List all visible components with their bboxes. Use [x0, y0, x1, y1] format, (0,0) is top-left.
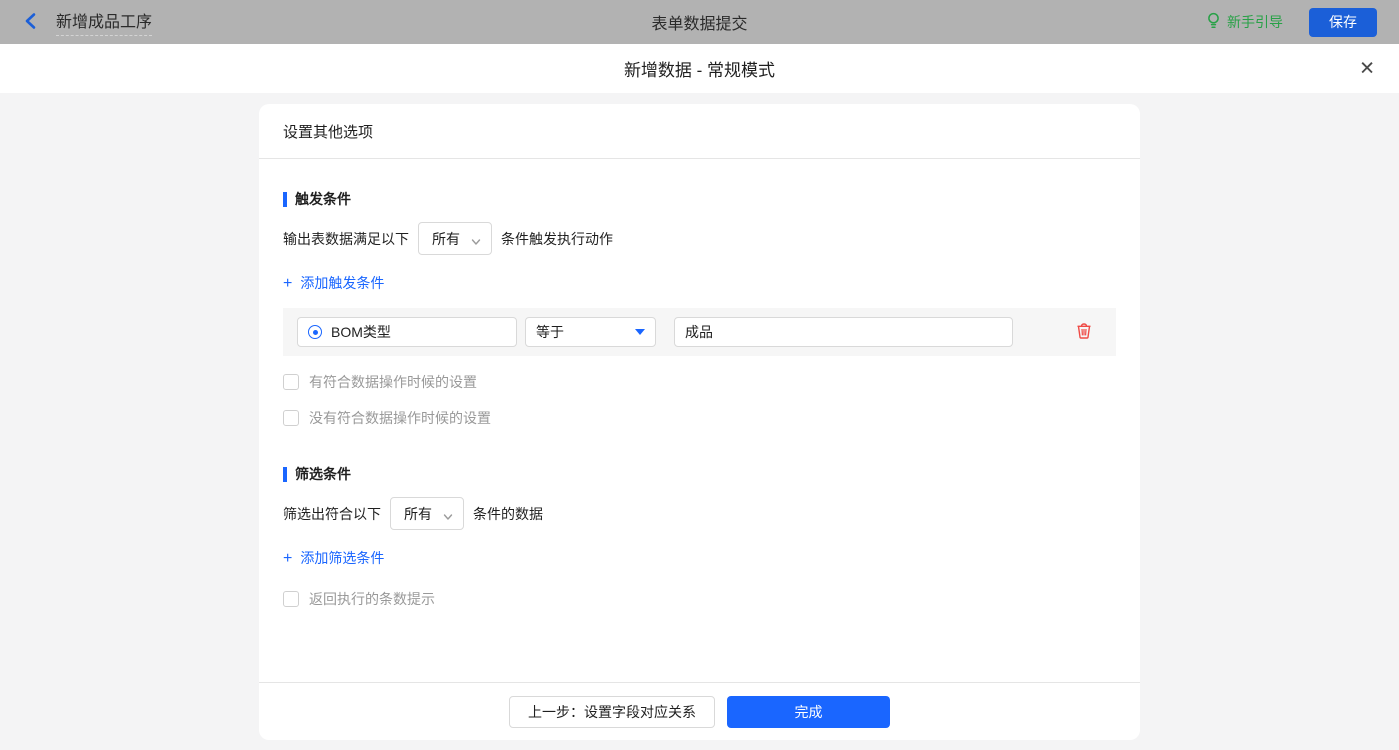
close-icon[interactable]: ✕ [1359, 59, 1375, 78]
filter-sentence-suffix: 条件的数据 [473, 504, 543, 524]
checkbox-icon [283, 374, 299, 390]
topbar: 表单数据提交 新增成品工序 新手引导 保存 [0, 0, 1399, 44]
card-header: 设置其他选项 [259, 104, 1140, 159]
filter-section-label: 筛选条件 [295, 464, 351, 484]
caret-down-icon [635, 329, 645, 335]
condition-value-input[interactable] [674, 317, 1013, 347]
trigger-match-value: 所有 [432, 229, 460, 249]
checkbox-label: 有符合数据操作时候的设置 [309, 372, 477, 392]
condition-operator-select[interactable]: 等于 [525, 317, 656, 347]
condition-field-select[interactable]: BOM类型 [297, 317, 517, 347]
topbar-center-title: 表单数据提交 [0, 10, 1399, 34]
condition-row: BOM类型 等于 [283, 308, 1116, 356]
options-card: 设置其他选项 触发条件 输出表数据满足以下 所有 条件触发执 [259, 104, 1140, 740]
chevron-down-icon [471, 234, 481, 244]
checkbox-label: 返回执行的条数提示 [309, 589, 435, 609]
plus-icon [283, 550, 292, 567]
filter-section: 筛选条件 筛选出符合以下 所有 条件的数据 添加筛选条件 [283, 464, 1116, 609]
lightbulb-icon [1206, 12, 1221, 32]
checkbox-icon [283, 410, 299, 426]
section-accent-bar [283, 467, 287, 482]
chevron-down-icon [443, 509, 453, 519]
filter-match-value: 所有 [404, 504, 432, 524]
filter-section-title: 筛选条件 [283, 464, 1116, 484]
previous-step-button[interactable]: 上一步：设置字段对应关系 [509, 696, 715, 728]
trash-icon [1076, 322, 1092, 342]
save-button[interactable]: 保存 [1309, 8, 1377, 37]
plus-icon [283, 275, 292, 292]
trigger-sentence-prefix: 输出表数据满足以下 [283, 229, 409, 249]
filter-match-select[interactable]: 所有 [390, 497, 464, 530]
trigger-section: 触发条件 输出表数据满足以下 所有 条件触发执行动作 添加触发条件 [283, 189, 1116, 428]
add-filter-condition-link[interactable]: 添加筛选条件 [283, 548, 384, 568]
beginner-guide-link[interactable]: 新手引导 [1206, 12, 1283, 32]
trigger-section-label: 触发条件 [295, 189, 351, 209]
checkbox-label: 没有符合数据操作时候的设置 [309, 408, 491, 428]
checkbox-no-matching-data[interactable]: 没有符合数据操作时候的设置 [283, 408, 1116, 428]
checkbox-return-count-tip[interactable]: 返回执行的条数提示 [283, 589, 1116, 609]
section-accent-bar [283, 192, 287, 207]
back-button[interactable] [22, 12, 40, 33]
radio-field-icon [308, 325, 322, 339]
workflow-name[interactable]: 新增成品工序 [56, 8, 152, 36]
modal-header: 新增数据 - 常规模式 ✕ [0, 44, 1399, 93]
trigger-match-select[interactable]: 所有 [418, 222, 492, 255]
done-button[interactable]: 完成 [727, 696, 890, 728]
modal-body: 设置其他选项 触发条件 输出表数据满足以下 所有 条件触发执 [0, 93, 1399, 750]
trigger-sentence-suffix: 条件触发执行动作 [501, 229, 613, 249]
condition-operator-label: 等于 [536, 322, 564, 342]
add-trigger-condition-link[interactable]: 添加触发条件 [283, 273, 384, 293]
trigger-sentence: 输出表数据满足以下 所有 条件触发执行动作 [283, 222, 1116, 255]
card-footer: 上一步：设置字段对应关系 完成 [259, 682, 1140, 740]
chevron-left-icon [22, 12, 40, 33]
card-content: 触发条件 输出表数据满足以下 所有 条件触发执行动作 添加触发条件 [259, 159, 1140, 682]
add-trigger-condition-label: 添加触发条件 [300, 273, 384, 293]
filter-sentence-prefix: 筛选出符合以下 [283, 504, 381, 524]
add-filter-condition-label: 添加筛选条件 [300, 548, 384, 568]
trigger-section-title: 触发条件 [283, 189, 1116, 209]
checkbox-icon [283, 591, 299, 607]
condition-field-label: BOM类型 [331, 322, 391, 342]
beginner-guide-label: 新手引导 [1227, 12, 1283, 32]
delete-condition-button[interactable] [1076, 322, 1092, 342]
checkbox-has-matching-data[interactable]: 有符合数据操作时候的设置 [283, 372, 1116, 392]
modal-title: 新增数据 - 常规模式 [624, 56, 775, 81]
filter-sentence: 筛选出符合以下 所有 条件的数据 [283, 497, 1116, 530]
card-header-title: 设置其他选项 [283, 121, 373, 142]
